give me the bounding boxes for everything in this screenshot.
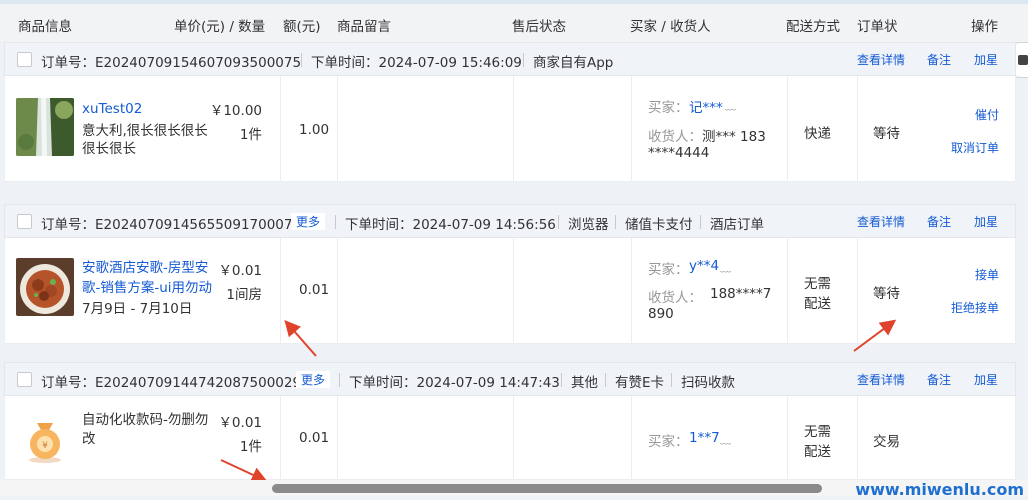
annotation-arrow xyxy=(220,459,268,483)
annotation-arrows xyxy=(220,319,897,483)
watermark: www.miwenlu.com xyxy=(855,480,1024,499)
annotation-arrow xyxy=(853,319,897,352)
horizontal-scrollbar-thumb[interactable] xyxy=(272,484,822,493)
annotation-arrow xyxy=(284,319,317,357)
